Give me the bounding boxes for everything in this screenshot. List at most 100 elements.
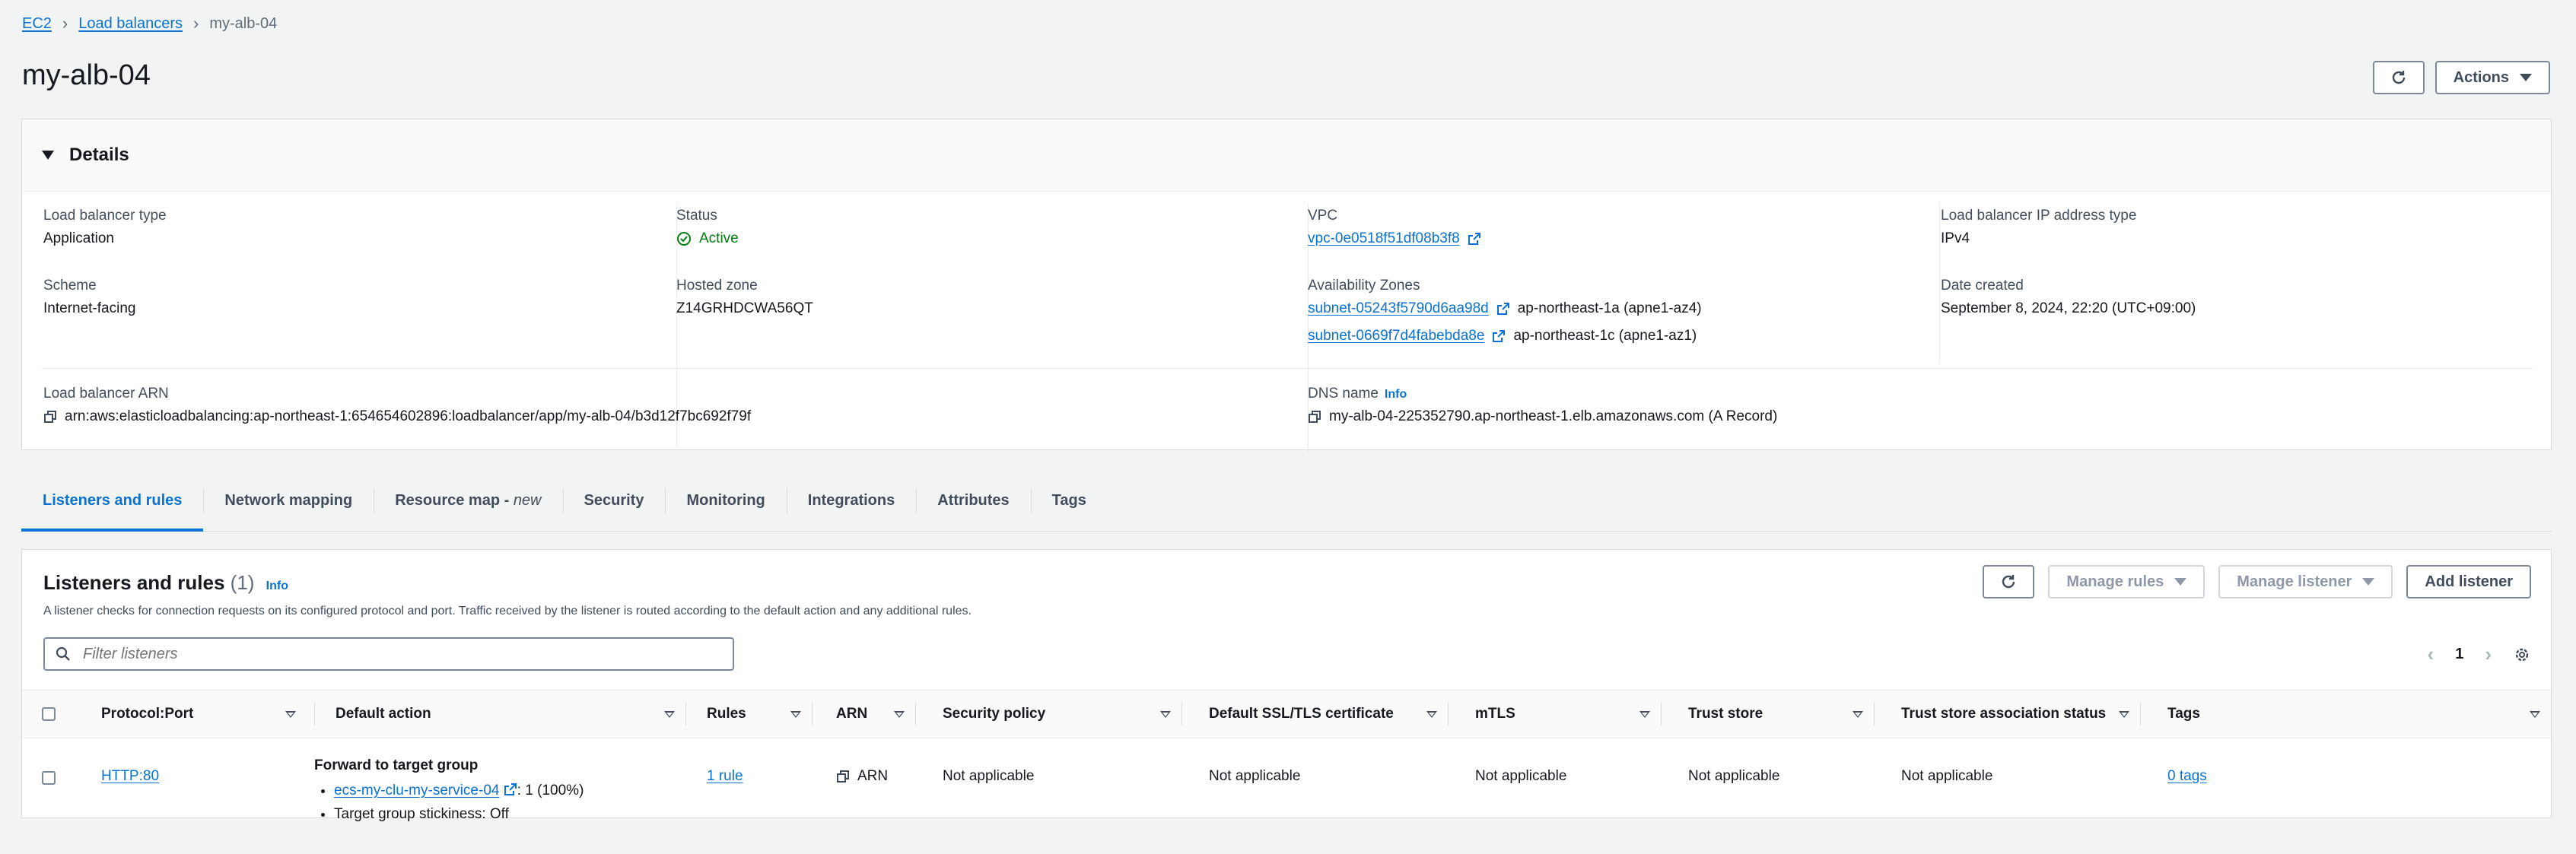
- target-group-link[interactable]: ecs-my-clu-my-service-04: [334, 783, 499, 798]
- col-arn-label: ARN: [836, 706, 868, 722]
- col-rules-label: Rules: [707, 706, 746, 722]
- chevron-right-icon: ›: [193, 14, 199, 33]
- col-default-action[interactable]: Default action: [314, 691, 685, 738]
- arn-field: Load balancer ARN arn:aws:elasticloadbal…: [43, 386, 751, 425]
- tab-integrations[interactable]: Integrations: [786, 470, 916, 531]
- tags-link[interactable]: 0 tags: [2167, 768, 2207, 785]
- col-ssl-cert[interactable]: Default SSL/TLS certificate: [1181, 691, 1448, 738]
- current-page[interactable]: 1: [2455, 646, 2463, 663]
- breadcrumb-current: my-alb-04: [209, 14, 278, 32]
- sort-icon: [1426, 710, 1437, 718]
- filter-listeners-input[interactable]: [81, 644, 708, 664]
- filter-box: [43, 637, 734, 671]
- external-link-icon: [504, 783, 517, 795]
- listeners-title: Listeners and rules: [43, 571, 225, 594]
- az-field: Availability Zones subnet-05243f5790d6aa…: [1308, 278, 1702, 344]
- add-listener-button[interactable]: Add listener: [2406, 565, 2531, 598]
- col-mtls[interactable]: mTLS: [1448, 691, 1661, 738]
- status-value: Active: [699, 230, 739, 246]
- col-rules[interactable]: Rules: [685, 691, 812, 738]
- refresh-button[interactable]: [1983, 565, 2035, 598]
- trust-status-value: Not applicable: [1901, 768, 1993, 784]
- tab-bar: Listeners and rules Network mapping Reso…: [21, 470, 2552, 532]
- row-checkbox[interactable]: [42, 771, 56, 785]
- date-created-field: Date created September 8, 2024, 22:20 (U…: [1941, 278, 2196, 317]
- scheme-value: Internet-facing: [43, 300, 136, 316]
- tab-tags[interactable]: Tags: [1030, 470, 1108, 531]
- sort-icon: [1639, 710, 1650, 718]
- action-title: Forward to target group: [314, 757, 479, 773]
- col-trust-status[interactable]: Trust store association status: [1874, 691, 2140, 738]
- tab-listeners-and-rules[interactable]: Listeners and rules: [21, 470, 204, 532]
- tab-resource-map[interactable]: Resource map - new: [374, 470, 562, 531]
- tab-network-mapping[interactable]: Network mapping: [203, 470, 374, 531]
- subnet-link[interactable]: subnet-0669f7d4fabebda8e: [1308, 328, 1484, 344]
- col-arn[interactable]: ARN: [812, 691, 915, 738]
- refresh-button[interactable]: [2372, 61, 2425, 94]
- breadcrumb: EC2 › Load balancers › my-alb-04: [22, 14, 277, 33]
- next-page-icon[interactable]: ›: [2485, 643, 2492, 666]
- copy-icon[interactable]: [43, 410, 57, 424]
- breadcrumb-ec2-link[interactable]: EC2: [22, 15, 52, 33]
- listeners-heading: Listeners and rules (1) Info: [43, 571, 288, 595]
- vpc-label: VPC: [1308, 208, 1338, 224]
- row-divider: [42, 368, 2533, 369]
- search-icon: [56, 646, 70, 661]
- arn-cell: ARN: [836, 768, 888, 785]
- manage-rules-label: Manage rules: [2066, 573, 2164, 590]
- select-all-checkbox[interactable]: [42, 707, 56, 721]
- protocol-port-link[interactable]: HTTP:80: [101, 768, 159, 785]
- dns-label: DNS name: [1308, 386, 1379, 402]
- previous-page-icon[interactable]: ‹: [2428, 643, 2434, 666]
- ssl-cert-value: Not applicable: [1209, 768, 1301, 784]
- info-link[interactable]: Info: [266, 579, 288, 592]
- breadcrumb-load-balancers-link[interactable]: Load balancers: [78, 15, 183, 33]
- sort-icon: [894, 710, 905, 718]
- table-row: HTTP:80 Forward to target group ecs-my-c…: [22, 738, 2551, 822]
- dns-field: DNS name Info my-alb-04-225352790.ap-nort…: [1308, 386, 1777, 425]
- col-security-policy-label: Security policy: [943, 706, 1046, 722]
- az-label: Availability Zones: [1308, 278, 1420, 294]
- tab-resource-map-label: Resource map -: [395, 491, 514, 509]
- manage-rules-button[interactable]: Manage rules: [2048, 565, 2206, 598]
- col-security-policy[interactable]: Security policy: [915, 691, 1181, 738]
- page-title: my-alb-04: [22, 59, 151, 91]
- details-toggle[interactable]: Details: [22, 119, 2551, 192]
- col-protocol[interactable]: Protocol:Port: [101, 691, 307, 738]
- copy-icon[interactable]: [836, 770, 850, 783]
- sort-icon: [285, 710, 296, 718]
- hosted-zone-value: Z14GRHDCWA56QT: [676, 300, 813, 316]
- gear-icon[interactable]: [2513, 646, 2531, 664]
- table-header: Protocol:Port Default action Rules ARN S…: [22, 690, 2551, 738]
- col-tags[interactable]: Tags: [2140, 691, 2551, 738]
- subnet-link[interactable]: subnet-05243f5790d6aa98d: [1308, 300, 1489, 317]
- details-heading: Details: [69, 144, 129, 165]
- manage-listener-button[interactable]: Manage listener: [2218, 565, 2393, 598]
- security-policy-value: Not applicable: [943, 768, 1035, 784]
- arn-label: Load balancer ARN: [43, 386, 169, 402]
- sort-icon: [2530, 710, 2540, 718]
- info-link[interactable]: Info: [1385, 388, 1407, 401]
- col-ssl-cert-label: Default SSL/TLS certificate: [1209, 706, 1394, 722]
- actions-button[interactable]: Actions: [2434, 61, 2550, 94]
- tab-attributes[interactable]: Attributes: [916, 470, 1030, 531]
- caret-down-icon: [2520, 74, 2532, 81]
- col-trust-store-label: Trust store: [1688, 706, 1763, 722]
- rules-link[interactable]: 1 rule: [707, 768, 743, 785]
- tab-monitoring[interactable]: Monitoring: [665, 470, 786, 531]
- sort-icon: [664, 710, 675, 718]
- status-field: Status Active: [676, 208, 739, 247]
- scheme-label: Scheme: [43, 278, 97, 294]
- sort-icon: [2119, 710, 2129, 718]
- listeners-count: (1): [230, 571, 255, 594]
- col-trust-store[interactable]: Trust store: [1661, 691, 1874, 738]
- copy-icon[interactable]: [1308, 410, 1321, 424]
- listeners-panel: Listeners and rules (1) Info A listener …: [21, 549, 2552, 822]
- dns-value: my-alb-04-225352790.ap-northeast-1.elb.a…: [1329, 408, 1778, 424]
- mtls-value: Not applicable: [1475, 768, 1567, 784]
- tab-security[interactable]: Security: [562, 470, 666, 531]
- vpc-link[interactable]: vpc-0e0518f51df08b3f8: [1308, 230, 1460, 247]
- arn-value: arn:aws:elasticloadbalancing:ap-northeas…: [65, 408, 752, 424]
- listeners-description: A listener checks for connection request…: [43, 605, 972, 617]
- col-default-action-label: Default action: [336, 706, 431, 722]
